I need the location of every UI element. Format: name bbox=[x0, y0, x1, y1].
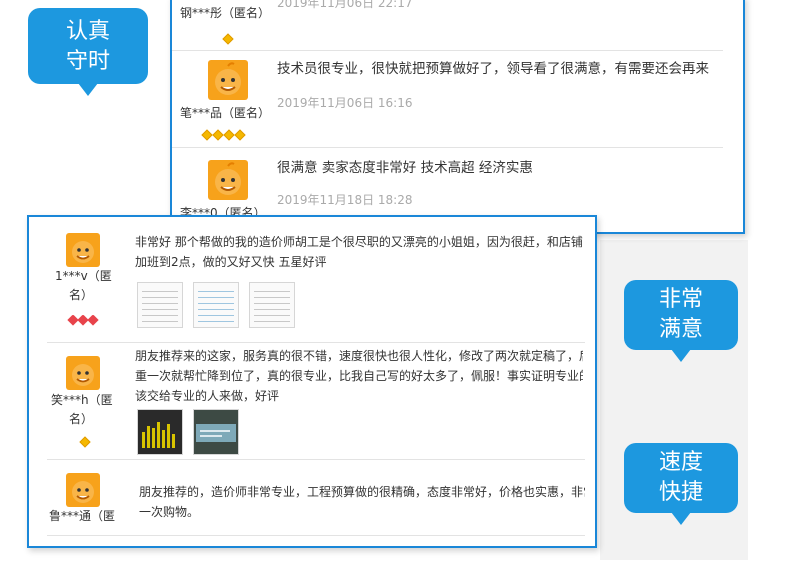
badge-line: 认真 bbox=[65, 19, 110, 44]
badge-punctual: 认真 守时 bbox=[28, 8, 148, 96]
review-comment: 加班到2点，做的又好又快 五星好评 bbox=[135, 255, 327, 269]
reviewer-name: 钢***彤（匿名） bbox=[180, 6, 271, 20]
review-divider bbox=[172, 147, 723, 148]
diamond-icon bbox=[212, 129, 224, 141]
avatar-face-icon bbox=[72, 241, 94, 263]
avatar bbox=[208, 160, 248, 200]
review-photo[interactable] bbox=[137, 282, 183, 328]
reviewer-name: 笔***品（匿名） bbox=[180, 106, 271, 120]
badge-line: 守时 bbox=[65, 49, 110, 74]
avatar bbox=[66, 473, 100, 507]
reviewer-name: 1***v（匿 bbox=[55, 269, 112, 283]
review-divider bbox=[47, 459, 585, 460]
rating-diamonds bbox=[222, 28, 235, 45]
review-comment: 很满意 卖家态度非常好 技术高超 经济实惠 bbox=[277, 160, 533, 176]
badge-line: 非常 bbox=[658, 287, 703, 312]
rating-diamonds bbox=[79, 431, 92, 448]
review-card-bottom: 1***v（匿 名） 非常好 那个帮做的我的造价师胡工是个很尽职的又漂亮的小姐姐… bbox=[27, 215, 597, 548]
avatar-face-icon bbox=[215, 62, 241, 95]
review-date: 2019年11月06日 16:16 bbox=[277, 96, 413, 110]
review-divider bbox=[172, 50, 723, 51]
diamond-icon bbox=[234, 129, 246, 141]
avatar-face-icon bbox=[72, 481, 94, 503]
badge-line: 快捷 bbox=[658, 480, 703, 505]
reviewer-name-cont: 名） bbox=[69, 412, 94, 426]
review-comment: 朋友推荐来的这家，服务真的很不错，速度很快也很人性化，修改了两次就定稿了，后 bbox=[135, 349, 583, 363]
rating-hearts bbox=[67, 309, 99, 326]
diamond-icon bbox=[79, 436, 91, 448]
review-date: 2019年11月18日 18:28 bbox=[277, 193, 413, 207]
review-comment: 该交给专业的人来做，好评 bbox=[135, 389, 280, 403]
review-photo[interactable] bbox=[193, 282, 239, 328]
badge-line: 速度 bbox=[658, 450, 703, 475]
diamond-icon bbox=[201, 129, 213, 141]
review-comment: 技术员很专业，很快就把预算做好了，领导看了很满意，有需要还会再来 bbox=[277, 61, 709, 77]
review-divider bbox=[47, 342, 585, 343]
review-divider bbox=[47, 535, 585, 536]
badge-line: 满意 bbox=[658, 317, 703, 342]
review-comment: 非常好 那个帮做的我的造价师胡工是个很尽职的又漂亮的小姐姐，因为很赶，和店铺 bbox=[135, 235, 583, 249]
review-date: 2019年11月06日 22:17 bbox=[277, 0, 413, 10]
avatar bbox=[208, 60, 248, 100]
review-comment: 一次购物。 bbox=[139, 505, 200, 519]
review-photo[interactable] bbox=[249, 282, 295, 328]
review-card-top: 钢***彤（匿名） 2019年11月06日 22:17 笔***品（匿名） 技术… bbox=[170, 0, 745, 234]
reviewer-name: 笑***h（匿 bbox=[51, 393, 113, 407]
badge-satisfied: 非常 满意 bbox=[624, 280, 738, 362]
diamond-icon bbox=[223, 129, 235, 141]
reviewer-name: 鲁***通（匿 bbox=[49, 509, 116, 523]
review-comment: 重一次就帮忙降到位了，真的很专业，比我自己写的好太多了，佩服！事实证明专业的 bbox=[135, 369, 583, 383]
review-comment: 朋友推荐的，造价师非常专业，工程预算做的很精确，态度非常好，价格也实惠，非常 bbox=[139, 485, 585, 499]
review-photo[interactable] bbox=[193, 409, 239, 455]
review-photo[interactable] bbox=[137, 409, 183, 455]
avatar bbox=[66, 356, 100, 390]
diamond-icon bbox=[222, 33, 234, 45]
rating-diamonds bbox=[201, 124, 247, 141]
badge-fast: 速度 快捷 bbox=[624, 443, 738, 525]
avatar-face-icon bbox=[215, 162, 241, 195]
avatar bbox=[66, 233, 100, 267]
heart-icon bbox=[87, 314, 99, 326]
reviewer-name-cont: 名） bbox=[69, 288, 94, 302]
avatar-face-icon bbox=[72, 364, 94, 386]
